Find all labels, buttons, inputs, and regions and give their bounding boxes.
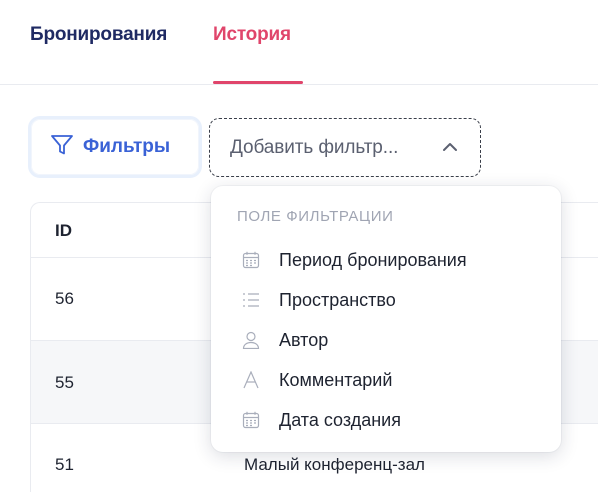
calendar-icon	[241, 410, 261, 430]
filters-button[interactable]: Фильтры	[28, 116, 202, 178]
dropdown-item-label: Автор	[279, 330, 329, 350]
dropdown-item-space[interactable]: Пространство	[211, 280, 561, 320]
column-header-id[interactable]: ID	[55, 221, 72, 241]
focus-ring	[31, 119, 199, 175]
dropdown-item-booking-period[interactable]: Период бронирования	[211, 240, 561, 280]
dropdown-item-comment[interactable]: Комментарий	[211, 360, 561, 400]
cell-id: 51	[55, 455, 74, 474]
dropdown-item-created-date[interactable]: Дата создания	[211, 400, 561, 440]
list-icon	[241, 290, 261, 310]
dropdown-section-title: ПОЛЕ ФИЛЬТРАЦИИ	[237, 208, 394, 225]
dropdown-item-label: Пространство	[279, 290, 396, 310]
tab-bar: Бронирования История	[0, 0, 598, 85]
dropdown-item-label: Период бронирования	[279, 250, 467, 270]
calendar-icon	[241, 250, 261, 270]
cell-space: Малый конференц-зал	[244, 455, 425, 474]
dropdown-item-label: Комментарий	[279, 370, 393, 390]
active-tab-indicator	[213, 81, 303, 84]
add-filter-label: Добавить фильтр...	[230, 136, 399, 158]
add-filter-select[interactable]: Добавить фильтр...	[209, 118, 481, 177]
user-icon	[241, 330, 261, 350]
tab-bookings[interactable]: Бронирования	[30, 24, 167, 46]
tab-history[interactable]: История	[213, 24, 291, 46]
dropdown-item-label: Дата создания	[279, 410, 401, 430]
text-icon	[241, 370, 261, 390]
cell-id: 56	[55, 289, 74, 308]
filter-field-dropdown: ПОЛЕ ФИЛЬТРАЦИИ Период бронирования Прос…	[211, 186, 561, 452]
dropdown-item-author[interactable]: Автор	[211, 320, 561, 360]
cell-id: 55	[55, 373, 74, 392]
